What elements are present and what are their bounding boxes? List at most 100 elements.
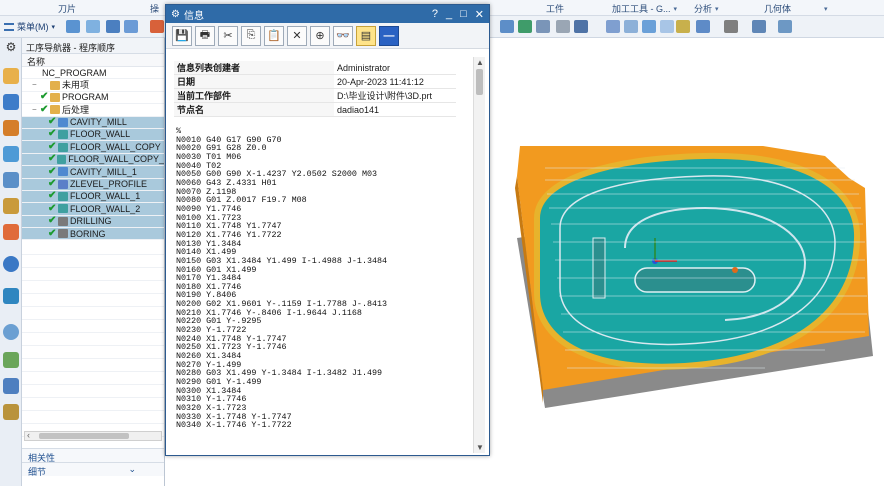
box-select-icon[interactable] [536,20,550,33]
program-folder-icon [50,80,60,90]
status-check-icon: ✔ [48,128,57,140]
tree-item[interactable]: ✔ FLOOR_WALL [22,128,164,142]
clock-icon[interactable] [3,324,19,340]
roles-icon[interactable] [3,224,19,240]
ribbon-group-workpiece[interactable]: 工件 [546,2,564,15]
vertical-scrollbar[interactable]: ▲ ▼ [473,57,485,453]
copy-icon[interactable]: ⎘ [241,25,261,46]
tree-item[interactable]: ✔ FLOOR_WALL_2 [22,203,164,216]
display-icon[interactable] [574,20,588,33]
scroll-thumb[interactable] [39,433,129,439]
boss-feature [592,237,606,299]
chevron-down-icon[interactable]: ⌄ [128,464,136,475]
minus-icon[interactable]: — [379,25,399,46]
render-icon[interactable] [752,20,766,33]
operation-navigator-icon[interactable] [3,146,19,162]
chevron-down-icon: ▾ [824,5,828,13]
ribbon-group-machining-tools[interactable]: 加工工具 - G... ▾ [612,2,677,15]
grid-icon[interactable] [696,20,710,33]
paste-icon[interactable]: 📋 [264,25,284,46]
tree-item[interactable]: ✔ FLOOR_WALL_1 [22,190,164,204]
tree-item-label: CAVITY_MILL [70,117,127,128]
dependencies-panel[interactable]: 相关性 [22,448,164,463]
hole-feature [732,267,738,273]
tree-item[interactable]: ✔ BORING [22,228,164,241]
close-button[interactable]: ✕ [475,8,484,21]
maximize-button[interactable]: □ [460,8,467,21]
scroll-thumb[interactable] [476,69,483,95]
help-button[interactable]: ? [432,8,438,21]
brush-icon[interactable] [660,20,674,33]
tool-holder-icon[interactable] [676,20,690,33]
ribbon-group-operation[interactable]: 操 [150,2,159,15]
operation-icon [58,179,68,189]
ribbon-group-insert[interactable]: 刀片 [58,2,76,15]
info-row: 节点名 dadiao141 [174,102,456,117]
column-header-name[interactable]: 名称 [22,54,164,67]
part-navigator-icon[interactable] [3,68,19,84]
status-check-icon: ✔ [48,228,57,239]
tree-item[interactable]: ✔ FLOOR_WALL_COPY [22,141,164,154]
blank-icon[interactable] [624,20,638,33]
selection-icon[interactable] [3,352,19,368]
ribbon-group-geometry[interactable]: 几何体 ▾ [764,2,828,15]
shade-icon[interactable] [556,20,570,33]
menu-button[interactable]: 菜单(M) ▾ [4,20,55,33]
tree-item[interactable]: − ✔ 后处理 [22,104,164,117]
ribbon-tool-icon[interactable] [150,20,164,33]
view-orient-icon[interactable] [106,20,120,33]
details-panel[interactable]: 细节 ⌄ [22,462,164,477]
snap-icon[interactable] [86,20,100,33]
settings-gear-icon[interactable]: ⚙ [3,40,19,56]
tree-item[interactable]: ✔ FLOOR_WALL_COPY_ [22,153,164,167]
web-browser-icon[interactable] [3,256,19,272]
operation-icon [58,216,68,226]
tree-item[interactable]: ✔ CAVITY_MILL_1 [22,166,164,179]
status-check-icon: ✔ [40,104,49,115]
history-icon[interactable] [3,288,19,304]
toolpath-icon[interactable] [500,20,514,33]
scroll-down-icon[interactable]: ▼ [476,443,484,452]
view-icon[interactable]: 👓 [333,25,353,46]
tree-item[interactable]: ✔ PROGRAM [22,92,164,105]
workpiece-icon[interactable] [606,20,620,33]
analysis-icon[interactable] [3,378,19,394]
camera-icon[interactable] [778,20,792,33]
reuse-library-icon[interactable] [3,198,19,214]
tools-icon[interactable] [3,404,19,420]
constraint-navigator-icon[interactable] [3,120,19,136]
tree-item[interactable]: ✔ DRILLING [22,215,164,229]
minimize-button[interactable]: _ [446,8,452,21]
horizontal-scrollbar[interactable]: ‹ [24,430,162,441]
wrap-icon[interactable]: ▤ [356,25,376,46]
tree-item[interactable]: − 未用项 [22,79,164,92]
dialog-title: 信息 [183,10,204,22]
rotate-icon[interactable] [642,20,656,33]
tree-item-label: DRILLING [70,216,112,227]
ribbon-group-analysis[interactable]: 分析 ▾ [694,2,719,15]
view-style-icon[interactable] [724,20,738,33]
print-icon[interactable]: 🖶 [195,25,215,46]
assembly-navigator-icon[interactable] [3,94,19,110]
chevron-down-icon: ▾ [51,23,56,31]
verify-icon[interactable] [518,20,532,33]
machine-navigator-icon[interactable] [3,172,19,188]
add-icon[interactable]: ⊕ [310,25,330,46]
info-content[interactable]: 信息列表创建者 Administrator 日期 20-Apr-2023 11:41:… [174,57,470,455]
expand-toggle-icon[interactable]: − [32,104,40,115]
scroll-up-icon[interactable]: ▲ [476,58,484,67]
select-filter-icon[interactable] [66,20,80,33]
scroll-left-icon[interactable]: ‹ [27,430,30,440]
tree-item[interactable]: ✔ CAVITY_MILL [22,116,164,129]
tree-item-label: BORING [70,228,106,239]
expand-toggle-icon[interactable]: − [32,79,40,90]
save-icon[interactable]: 💾 [172,25,192,46]
cut-icon[interactable]: ✂ [218,25,238,46]
layer-icon[interactable] [124,20,138,33]
delete-icon[interactable]: ✕ [287,25,307,46]
status-check-icon: ✔ [48,203,57,214]
tree-item[interactable]: NC_PROGRAM [22,67,164,80]
tree-item[interactable]: ✔ ZLEVEL_PROFILE [22,178,164,191]
dialog-titlebar[interactable]: ⚙ 信息 ? _ □ ✕ [166,5,489,23]
status-check-icon: ✔ [48,190,57,202]
